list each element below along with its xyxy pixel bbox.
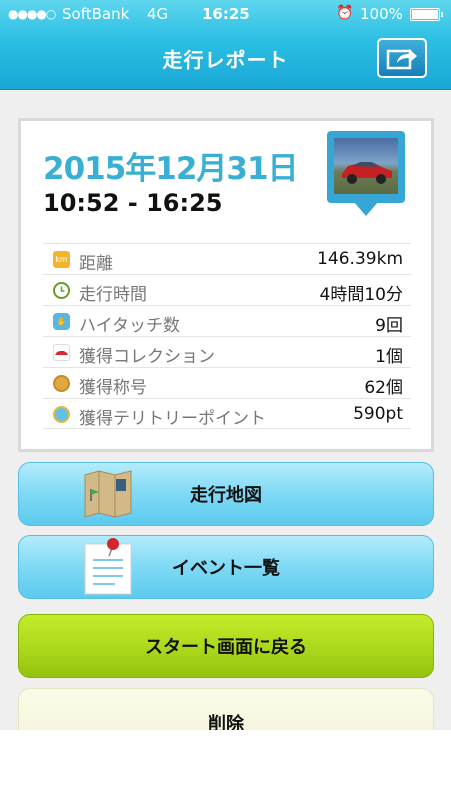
battery-percent: 100%: [360, 5, 403, 23]
status-bar: ●●●●○ SoftBank 4G 16:25 ⏰ 100%: [0, 0, 451, 30]
report-time-range: 10:52 - 16:25: [43, 189, 223, 217]
header-bar: ●●●●○ SoftBank 4G 16:25 ⏰ 100% 走行レポート: [0, 0, 451, 90]
stat-row-distance: km 距離 146.39km: [43, 243, 411, 274]
car-photo: [334, 138, 398, 194]
battery-icon: [410, 8, 443, 21]
stat-label: 獲得テリトリーポイント: [79, 409, 266, 429]
delete-label: 削除: [208, 714, 244, 730]
share-export-icon: [386, 49, 417, 70]
photo-pin[interactable]: [327, 131, 405, 227]
stat-row-territory: 獲得テリトリーポイント 590pt: [43, 398, 411, 429]
map-button[interactable]: 走行地図: [18, 462, 434, 526]
stat-row-drive-time: 走行時間 4時間10分: [43, 274, 411, 305]
photo-frame: [327, 131, 405, 203]
stats-list: km 距離 146.39km 走行時間 4時間10分 ✋ ハイタッチ数 9回 獲…: [43, 243, 411, 429]
stat-value: 4時間10分: [319, 285, 403, 305]
alarm-clock-icon: ⏰: [336, 5, 354, 21]
stat-value: 146.39km: [317, 249, 403, 269]
map-button-label: 走行地図: [190, 485, 262, 506]
event-list-button-label: イベント一覧: [172, 558, 280, 579]
back-to-start-label: スタート画面に戻る: [145, 637, 307, 658]
stat-label: 獲得称号: [79, 378, 147, 398]
report-card: 2015年12月31日 10:52 - 16:25 km 距離 146.39km…: [18, 118, 434, 452]
stat-value: 62個: [364, 378, 403, 398]
medal-icon: [53, 375, 70, 392]
map-icon: [84, 470, 132, 518]
stat-row-high-touch: ✋ ハイタッチ数 9回: [43, 305, 411, 336]
event-list-button[interactable]: イベント一覧: [18, 535, 434, 599]
stat-value: 1個: [375, 347, 403, 367]
stat-row-collection: 獲得コレクション 1個: [43, 336, 411, 367]
km-icon: km: [53, 251, 70, 268]
carrier-name: SoftBank: [62, 5, 130, 23]
delete-button[interactable]: 削除: [18, 688, 434, 730]
stat-label: 距離: [79, 254, 113, 274]
network-type: 4G: [147, 5, 169, 23]
app-screen: ●●●●○ SoftBank 4G 16:25 ⏰ 100% 走行レポート 20…: [0, 0, 451, 730]
back-to-start-button[interactable]: スタート画面に戻る: [18, 614, 434, 678]
stat-label: 走行時間: [79, 285, 147, 305]
note-pin-icon: [84, 538, 132, 595]
car-icon: [53, 344, 70, 361]
hand-icon: ✋: [53, 313, 70, 330]
clock-time: 16:25: [202, 5, 250, 23]
signal-strength: ●●●●○: [8, 7, 56, 21]
territory-point-icon: [53, 406, 70, 423]
stat-value: 9回: [375, 316, 403, 336]
pin-tip: [354, 202, 378, 216]
report-date: 2015年12月31日: [43, 151, 299, 187]
stat-row-title: 獲得称号 62個: [43, 367, 411, 398]
stat-value: 590pt: [353, 404, 403, 424]
share-button[interactable]: [377, 38, 427, 78]
stat-label: ハイタッチ数: [79, 316, 180, 336]
clock-icon: [53, 282, 70, 299]
stat-label: 獲得コレクション: [79, 347, 215, 367]
